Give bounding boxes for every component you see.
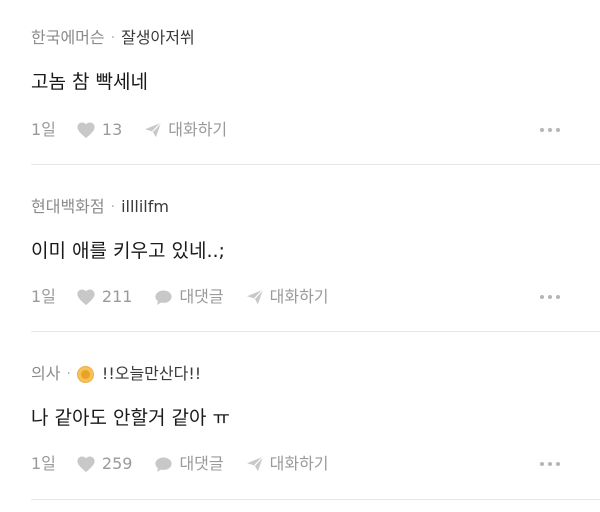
talk-button[interactable]: 대화하기 <box>246 454 329 474</box>
comment-time: 1일 <box>31 287 56 306</box>
reply-button[interactable]: 대댓글 <box>154 454 224 474</box>
reply-label: 대댓글 <box>179 287 224 306</box>
talk-button[interactable]: 대화하기 <box>144 120 227 140</box>
comment-item: 현대백화점 · illlilfm 이미 애를 키우고 있네..; 1일 211 … <box>0 165 600 332</box>
like-button[interactable]: 259 <box>76 454 133 474</box>
heart-icon <box>77 289 95 306</box>
divider <box>31 499 600 500</box>
comment-author: 한국에머슨 · 잘생아저쒸 <box>31 28 195 48</box>
badge-icon <box>76 365 94 383</box>
author-company[interactable]: 의사 <box>31 364 60 384</box>
paper-plane-icon <box>145 122 162 138</box>
author-company[interactable]: 현대백화점 <box>31 197 105 217</box>
comment-item: 한국에머슨 · 잘생아저쒸 고놈 참 빡세네 1일 13 대화하기 <box>0 0 600 165</box>
talk-label: 대화하기 <box>269 287 329 306</box>
more-dots-icon[interactable] <box>540 295 560 299</box>
paper-plane-icon <box>246 289 264 305</box>
more-dots-icon[interactable] <box>540 462 560 466</box>
like-count: 259 <box>101 454 133 473</box>
separator-dot: · <box>110 199 116 215</box>
reply-button[interactable]: 대댓글 <box>154 287 224 307</box>
comment-text: 이미 애를 키우고 있네..; <box>31 240 225 262</box>
comment-actions: 1일 211 대댓글 대화하기 <box>31 287 329 307</box>
heart-icon <box>77 122 95 139</box>
paper-plane-icon <box>246 456 264 472</box>
comment-time: 1일 <box>31 120 56 139</box>
comment-time: 1일 <box>31 454 56 473</box>
heart-icon <box>77 456 95 473</box>
separator-dot: · <box>66 366 71 382</box>
talk-button[interactable]: 대화하기 <box>246 287 329 307</box>
speech-bubble-icon <box>155 457 173 472</box>
talk-label: 대화하기 <box>168 120 228 139</box>
author-nickname[interactable]: 잘생아저쒸 <box>121 28 195 48</box>
like-button[interactable]: 211 <box>76 287 133 307</box>
author-company[interactable]: 한국에머슨 <box>31 28 105 48</box>
reply-label: 대댓글 <box>179 454 224 473</box>
separator-dot: · <box>110 30 116 46</box>
speech-bubble-icon <box>155 290 173 305</box>
like-count: 211 <box>101 287 133 306</box>
comment-actions: 1일 13 대화하기 <box>31 120 227 140</box>
comment-actions: 1일 259 대댓글 대화하기 <box>31 454 329 474</box>
comment-author: 현대백화점 · illlilfm <box>31 197 169 217</box>
comment-author: 의사 · !!오늘만산다!! <box>31 364 201 384</box>
like-button[interactable]: 13 <box>76 120 122 140</box>
comment-item: 의사 · !!오늘만산다!! 나 같아도 안할거 같아 ㅠ 1일 259 대댓글… <box>0 332 600 500</box>
like-count: 13 <box>101 120 123 139</box>
more-dots-icon[interactable] <box>540 128 560 132</box>
author-nickname[interactable]: !!오늘만산다!! <box>102 364 201 384</box>
comment-text: 나 같아도 안할거 같아 ㅠ <box>31 407 230 429</box>
talk-label: 대화하기 <box>269 454 329 473</box>
author-nickname[interactable]: illlilfm <box>121 197 169 217</box>
comment-text: 고놈 참 빡세네 <box>31 71 148 93</box>
